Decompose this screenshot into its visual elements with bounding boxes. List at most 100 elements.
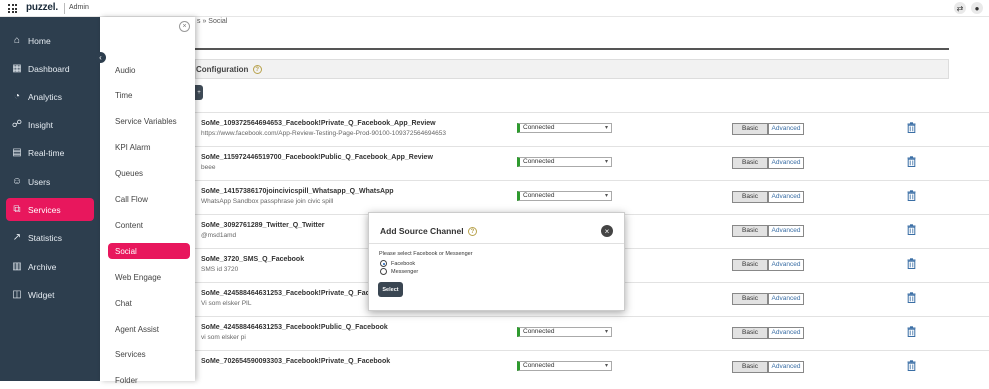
status-select[interactable]: Connected ▾ <box>517 327 612 337</box>
sidebar-item-label: Users <box>28 176 51 187</box>
basic-button[interactable]: Basic <box>732 259 768 271</box>
trash-icon[interactable] <box>907 122 916 133</box>
status-select[interactable]: Connected ▾ <box>517 361 612 371</box>
advanced-button[interactable]: Advanced <box>768 327 804 339</box>
advanced-button[interactable]: Advanced <box>768 361 804 373</box>
app-label: Admin <box>69 4 89 11</box>
advanced-button[interactable]: Advanced <box>768 157 804 169</box>
channel-description: @msd1amd <box>201 232 237 239</box>
channel-name[interactable]: SoMe_3720_SMS_Q_Facebook <box>201 256 304 263</box>
user-icon[interactable]: ● <box>971 2 983 14</box>
basic-button[interactable]: Basic <box>732 225 768 237</box>
subnav-item-call-flow[interactable]: Call Flow <box>108 192 190 208</box>
advanced-button[interactable]: Advanced <box>768 293 804 305</box>
subnav-item-time[interactable]: Time <box>108 88 190 104</box>
puzzel-logo: puzzel. <box>26 2 58 13</box>
subnav-item-social[interactable]: Social <box>108 243 190 260</box>
subnav-item-content[interactable]: Content <box>108 217 190 233</box>
trash-icon[interactable] <box>907 258 916 269</box>
sidebar-item-insight[interactable]: ☍ Insight <box>6 113 94 136</box>
basic-button[interactable]: Basic <box>732 191 768 203</box>
sidebar-item-label: Services <box>28 204 61 215</box>
sidebar-item-statistics[interactable]: ↗ Statistics <box>6 226 94 249</box>
channel-description: WhatsApp Sandbox passphrase join civic s… <box>201 198 334 205</box>
channel-name[interactable]: SoMe_3092761289_Twitter_Q_Twitter <box>201 222 324 229</box>
chevron-down-icon: ▾ <box>604 159 608 165</box>
sidebar-item-home[interactable]: ⌂ Home <box>6 29 94 52</box>
status-select[interactable]: Connected ▾ <box>517 191 612 201</box>
table-row: SoMe_702654590093303_Facebook!Private_Q_… <box>195 352 989 385</box>
channel-description: beee <box>201 164 216 171</box>
table-row: SoMe_14157386170joincivicspill_Whatsapp_… <box>195 182 989 215</box>
header-divider <box>195 48 949 50</box>
channel-name[interactable]: SoMe_702654590093303_Facebook!Private_Q_… <box>201 358 390 365</box>
advanced-button[interactable]: Advanced <box>768 225 804 237</box>
sidebar-item-label: Insight <box>28 119 54 130</box>
modal-title: Add Source Channel ? <box>380 226 477 237</box>
basic-button[interactable]: Basic <box>732 293 768 305</box>
add-channel-button[interactable]: + <box>195 85 203 100</box>
chevron-down-icon: ▾ <box>604 329 608 335</box>
dashboard-icon: ▦ <box>12 63 22 74</box>
main-content: s » Social Configuration ? + SoMe_109372… <box>195 17 989 381</box>
channel-name[interactable]: SoMe_115972446519700_Facebook!Public_Q_F… <box>201 154 433 161</box>
app-launcher-icon[interactable] <box>8 4 17 13</box>
modal-help-icon[interactable]: ? <box>467 227 477 237</box>
archive-icon: ▥ <box>12 261 22 272</box>
subnav-item-web-engage[interactable]: Web Engage <box>108 269 190 285</box>
top-bar: puzzel. Admin ⇄ ● <box>0 0 989 17</box>
modal-divider <box>369 243 624 244</box>
sidebar-item-users[interactable]: ☺ Users <box>6 170 94 193</box>
subnav-item-chat[interactable]: Chat <box>108 295 190 311</box>
channel-name[interactable]: SoMe_14157386170joincivicspill_Whatsapp_… <box>201 188 394 195</box>
channel-name[interactable]: SoMe_424588464631253_Facebook!Private_Q_… <box>201 290 390 297</box>
sidebar-item-label: Analytics <box>28 91 63 102</box>
advanced-button[interactable]: Advanced <box>768 191 804 203</box>
advanced-button[interactable]: Advanced <box>768 259 804 271</box>
basic-button[interactable]: Basic <box>732 157 768 169</box>
select-button[interactable]: Select <box>378 282 403 297</box>
radio-messenger[interactable]: Messenger <box>380 268 418 275</box>
services-subnav: × Audio Time Service Variables KPI Alarm Que… <box>100 17 195 385</box>
channel-name[interactable]: SoMe_424588464631253_Facebook!Public_Q_F… <box>201 324 388 331</box>
status-select[interactable]: Connected ▾ <box>517 157 612 167</box>
configuration-section-header: Configuration ? <box>195 59 949 79</box>
sidebar-item-archive[interactable]: ▥ Archive <box>6 255 94 278</box>
subnav-item-kpi-alarm[interactable]: KPI Alarm <box>108 140 190 156</box>
subnav-item-queues[interactable]: Queues <box>108 166 190 182</box>
trash-icon[interactable] <box>907 292 916 303</box>
analytics-icon: ◔ <box>13 91 21 102</box>
modal-prompt: Please select Facebook or Messenger <box>379 251 473 257</box>
sidebar-item-services[interactable]: ⧉ Services <box>6 198 94 221</box>
subnav-item-audio[interactable]: Audio <box>108 62 190 78</box>
collapse-sidebar-icon[interactable]: ‹ <box>95 52 106 63</box>
subnav-item-service-variables[interactable]: Service Variables <box>108 114 190 130</box>
home-icon: ⌂ <box>13 35 21 46</box>
subnav-item-agent-assist[interactable]: Agent Assist <box>108 321 190 337</box>
status-select[interactable]: Connected ▾ <box>517 123 612 133</box>
advanced-button[interactable]: Advanced <box>768 123 804 135</box>
channel-name[interactable]: SoMe_109372564694653_Facebook!Private_Q_… <box>201 120 436 127</box>
basic-button[interactable]: Basic <box>732 327 768 339</box>
basic-button[interactable]: Basic <box>732 361 768 373</box>
trash-icon[interactable] <box>907 156 916 167</box>
trash-icon[interactable] <box>907 326 916 337</box>
trash-icon[interactable] <box>907 190 916 201</box>
trash-icon[interactable] <box>907 360 916 371</box>
row-divider <box>195 180 989 181</box>
radio-facebook-label: Facebook <box>391 260 416 267</box>
swap-icon[interactable]: ⇄ <box>954 2 966 14</box>
trash-icon[interactable] <box>907 224 916 235</box>
subnav-item-services[interactable]: Services <box>108 347 190 363</box>
basic-button[interactable]: Basic <box>732 123 768 135</box>
help-icon[interactable]: ? <box>252 65 262 75</box>
sidebar-item-real-time[interactable]: ▤ Real-time <box>6 141 94 164</box>
sidebar-item-analytics[interactable]: ◔ Analytics <box>6 85 94 108</box>
radio-facebook-input[interactable] <box>380 260 387 267</box>
modal-close-icon[interactable]: × <box>601 225 613 237</box>
sidebar-item-widget[interactable]: ◫ Widget <box>6 283 94 306</box>
radio-messenger-input[interactable] <box>380 268 387 275</box>
close-subnav-icon[interactable]: × <box>179 21 190 32</box>
radio-facebook[interactable]: Facebook <box>380 260 415 267</box>
sidebar-item-dashboard[interactable]: ▦ Dashboard <box>6 57 94 80</box>
